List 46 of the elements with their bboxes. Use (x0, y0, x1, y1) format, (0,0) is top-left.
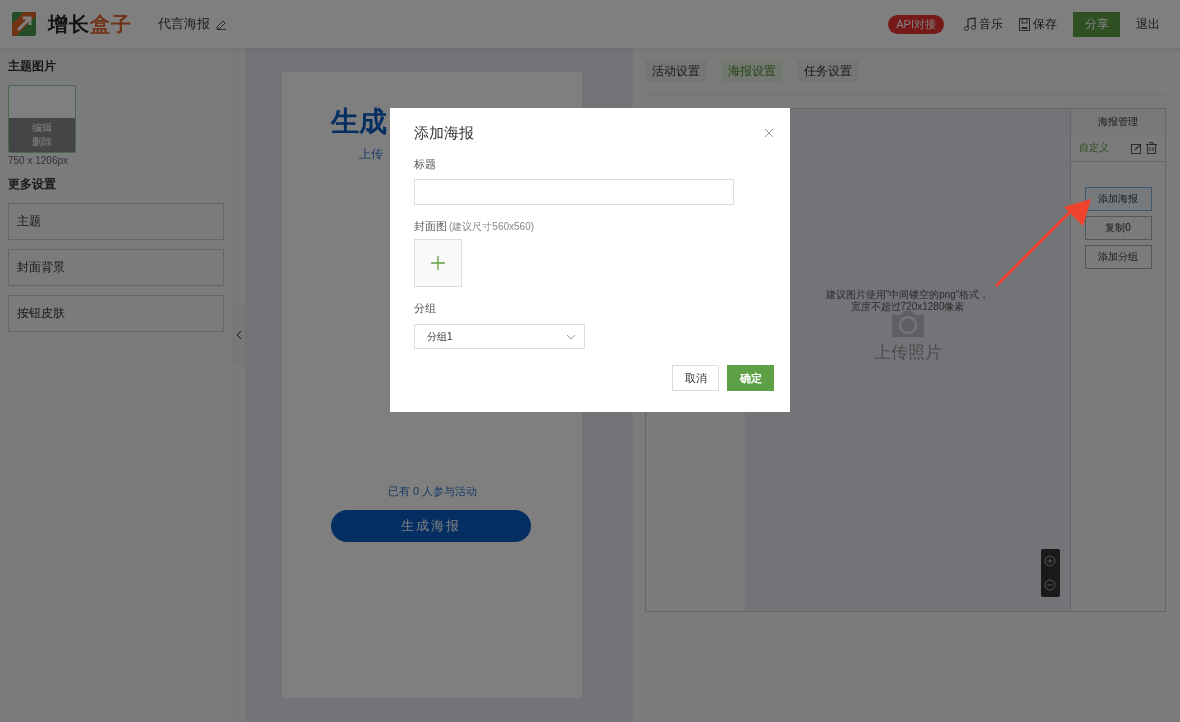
settings-item[interactable]: 封面背景 (8, 249, 224, 286)
manager-button[interactable]: 复制0 (1084, 216, 1152, 240)
close-icon (764, 128, 774, 138)
save-button[interactable]: 保存 (1019, 15, 1057, 33)
section-heading: 主题图片 (8, 58, 57, 75)
upload-hint: 建议图片使用"中间镂空的png"格式， 宽度不超过720x1280像素 (825, 289, 990, 313)
field-label: 标题 (414, 157, 437, 172)
poster-subtitle: 上传 (359, 146, 384, 163)
zoom-in-icon (1044, 554, 1057, 568)
cancel-button[interactable]: 取消 (672, 365, 719, 391)
image-size: 750 x 1206px (8, 155, 70, 166)
settings-tab[interactable]: 任务设置 (797, 60, 859, 82)
settings-item[interactable]: 按钮皮肤 (8, 295, 224, 332)
confirm-button[interactable]: 确定 (727, 365, 774, 391)
section-heading: 更多设置 (8, 176, 57, 193)
share-button[interactable]: 分享 (1073, 11, 1120, 37)
trash-icon (1146, 142, 1157, 154)
logout-button[interactable]: 退出 (1136, 15, 1160, 33)
dialog-title: 添加海报 (414, 124, 475, 143)
edit-icon (216, 18, 227, 30)
group-select[interactable]: 分组1 (414, 324, 585, 349)
chevron-left-icon (235, 330, 242, 340)
manager-button[interactable]: 添加海报 (1084, 187, 1152, 211)
poster-title: 生成 (331, 105, 387, 139)
chevron-down-icon (566, 333, 576, 340)
field-label: 封面图 (建议尺寸560x560) (414, 219, 536, 234)
cover-upload-button[interactable] (414, 239, 462, 287)
zoom-out-icon (1044, 578, 1057, 592)
field-label: 分组 (414, 301, 437, 316)
music-icon (964, 17, 976, 31)
settings-tab[interactable]: 活动设置 (645, 60, 707, 82)
generate-poster-button[interactable]: 生成海报 (331, 510, 531, 542)
plus-icon (431, 256, 445, 270)
edit-icon (1131, 142, 1142, 154)
page-title: 代言海报 (158, 15, 210, 33)
poster-group-item[interactable]: 自定义 (1079, 141, 1131, 155)
settings-item[interactable]: 主题 (8, 203, 224, 240)
save-icon (1019, 17, 1030, 31)
logo-icon (12, 12, 36, 36)
music-button[interactable]: 音乐 (964, 15, 1003, 33)
api-badge[interactable]: API对接 (888, 14, 944, 34)
participant-count: 已有 0 人参与活动 (388, 484, 479, 499)
settings-tab[interactable]: 海报设置 (721, 60, 783, 82)
title-field[interactable] (414, 179, 734, 205)
logo-text: 增长盒子 (48, 11, 132, 37)
manager-button[interactable]: 添加分组 (1084, 245, 1152, 269)
